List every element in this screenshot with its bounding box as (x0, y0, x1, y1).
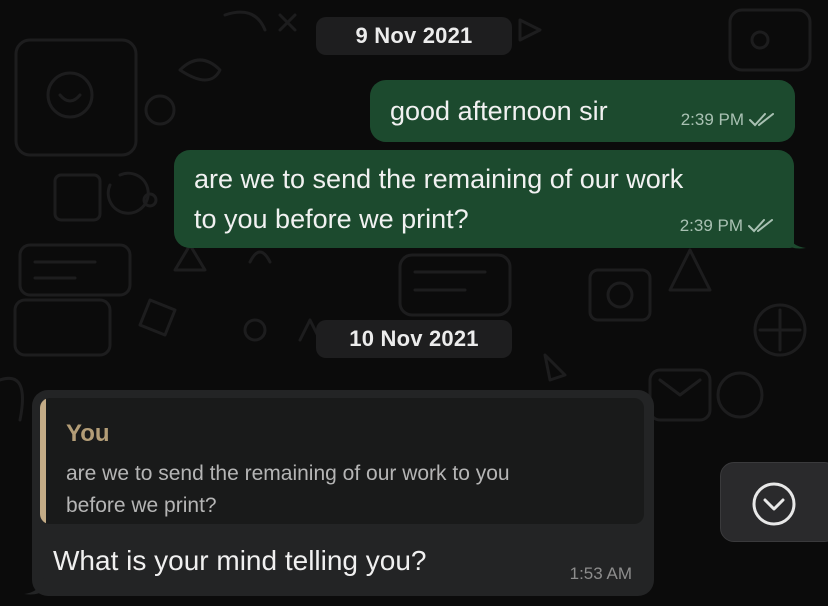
scroll-to-bottom-button[interactable] (720, 462, 828, 542)
quoted-message[interactable]: You are we to send the remaining of our … (40, 398, 644, 524)
message-time: 2:39 PM (679, 216, 743, 235)
message-time: 1:53 AM (569, 564, 632, 583)
message-meta: 2:39 PM (680, 216, 774, 236)
quote-accent-bar (40, 398, 46, 524)
outgoing-message[interactable]: good afternoon sir 2:39 PM (370, 80, 795, 142)
message-text-line: are we to send the remaining of our work (194, 164, 684, 194)
date-label: 9 Nov 2021 (355, 23, 473, 48)
quote-text-line: before we print? (66, 494, 217, 517)
chevron-down-circle-icon (752, 482, 796, 526)
date-label: 10 Nov 2021 (349, 326, 479, 351)
message-meta: 2:39 PM (681, 110, 775, 130)
incoming-message[interactable]: You are we to send the remaining of our … (32, 390, 654, 596)
bubble-tail (786, 232, 806, 249)
date-separator: 9 Nov 2021 (316, 17, 512, 55)
message-text: What is your mind telling you? (53, 545, 427, 576)
quote-text-line: are we to send the remaining of our work… (66, 462, 510, 485)
message-time: 2:39 PM (680, 110, 744, 129)
chat-conversation: 9 Nov 2021 good afternoon sir 2:39 PM ar… (0, 0, 828, 606)
quote-author: You (66, 420, 110, 447)
message-text: good afternoon sir (390, 96, 608, 126)
bubble-tail (24, 578, 44, 595)
double-check-icon (748, 219, 773, 233)
quote-text: are we to send the remaining of our work… (66, 458, 626, 522)
double-check-icon (749, 113, 774, 127)
date-separator: 10 Nov 2021 (316, 320, 512, 358)
message-text-line: to you before we print? (194, 204, 469, 234)
outgoing-message[interactable]: are we to send the remaining of our work… (174, 150, 794, 248)
